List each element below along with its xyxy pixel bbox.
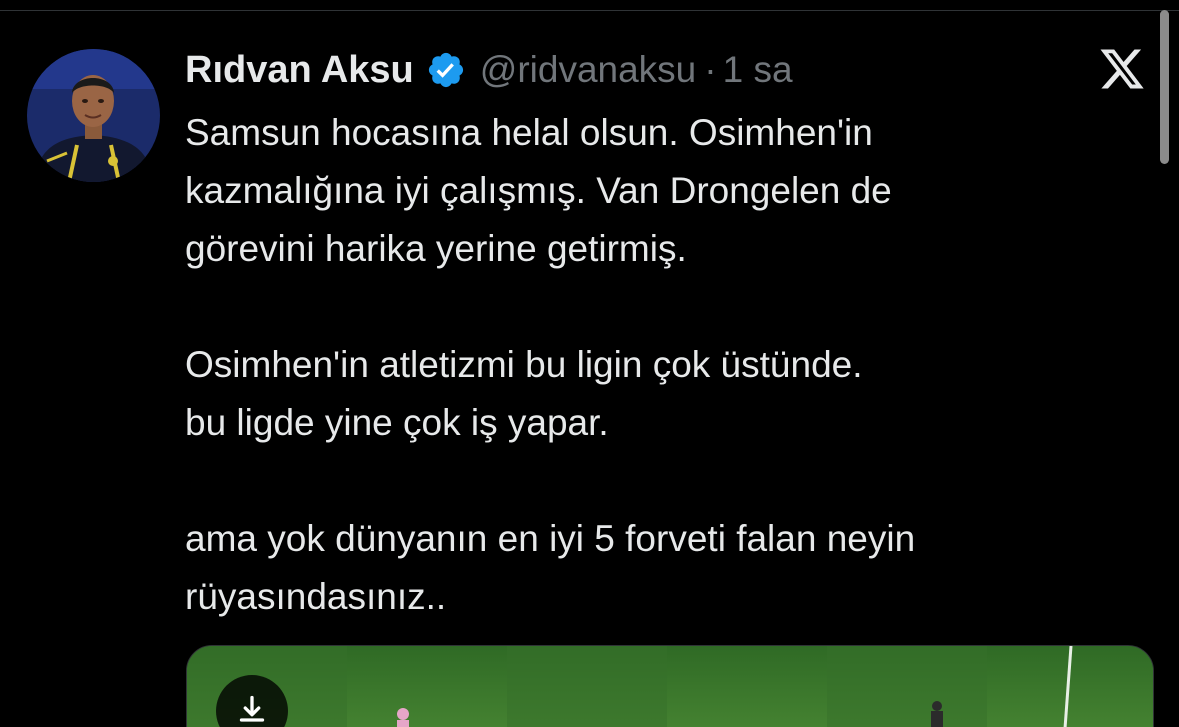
top-divider [0,10,1179,11]
verified-badge-icon[interactable] [426,50,466,90]
tweet-header: Rıdvan Aksu @ridvanaksu · 1 sa [185,44,793,96]
profile-photo-icon [27,49,160,182]
tweet-text: Samsun hocasına helal olsun. Osimhen'in … [185,104,1135,626]
timestamp[interactable]: 1 sa [723,49,793,91]
text-line: ama yok dünyanın en iyi 5 forveti falan … [185,518,916,559]
paragraph-1: Samsun hocasına helal olsun. Osimhen'in … [185,104,1135,278]
text-line: görevini harika yerine getirmiş. [185,228,687,269]
x-logo-icon[interactable] [1097,45,1147,93]
separator-dot: · [704,49,717,90]
scrollbar-thumb[interactable] [1160,10,1169,164]
text-line: Osimhen'in atletizmi bu ligin çok üstünd… [185,344,863,385]
paragraph-2: Osimhen'in atletizmi bu ligin çok üstünd… [185,336,1135,452]
media-thumbnail[interactable] [186,645,1154,727]
author-handle[interactable]: @ridvanaksu [480,49,697,91]
text-line: bu ligde yine çok iş yapar. [185,402,609,443]
avatar[interactable] [27,49,160,182]
download-icon [239,695,265,722]
text-line: kazmalığına iyi çalışmış. Van Drongelen … [185,170,892,211]
paragraph-3: ama yok dünyanın en iyi 5 forveti falan … [185,510,1135,626]
football-pitch-image [187,646,1153,727]
text-line: rüyasındasınız.. [185,576,447,617]
text-line: Samsun hocasına helal olsun. Osimhen'in [185,112,873,153]
display-name[interactable]: Rıdvan Aksu [185,49,414,92]
